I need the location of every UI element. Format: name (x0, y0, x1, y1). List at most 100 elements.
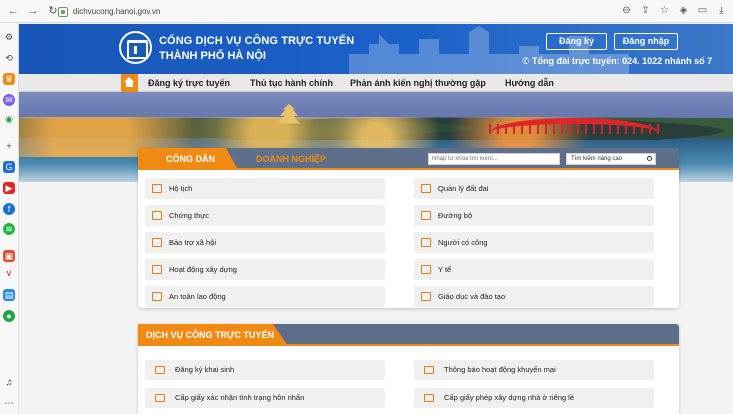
category-label: Bảo trợ xã hội (169, 238, 217, 247)
browser-tools: ⊖ ⇪ ☆ ◈ ▭ ⤓ (621, 4, 727, 17)
history-icon[interactable]: ⟲ (3, 52, 15, 64)
category-label: Y tế (438, 265, 452, 274)
advanced-search-button[interactable]: Tìm kiếm nâng cao (566, 153, 656, 165)
site-header: CỔNG DỊCH VỤ CÔNG TRỰC TUYẾN THÀNH PHỐ H… (19, 24, 733, 74)
category-label: Quản lý đất đai (438, 184, 489, 193)
tabs-underline (138, 168, 679, 170)
category-education[interactable]: Giáo dục và đào tạo (414, 286, 654, 307)
online-services-panel: DỊCH VỤ CÔNG TRỰC TUYẾN Đăng ký khai sin… (138, 324, 679, 414)
download-icon[interactable]: ⤓ (716, 4, 727, 17)
hotline: ✆ Tổng đài trực tuyến: 024. 1022 nhánh s… (522, 56, 712, 67)
education-book-icon (421, 292, 431, 301)
search-icon (647, 156, 652, 161)
messenger-icon[interactable]: ✉ (3, 94, 15, 106)
zoom-icon[interactable]: ⊖ (621, 4, 632, 17)
facebook-icon[interactable]: f (3, 203, 15, 215)
category-label: Người có công (438, 238, 488, 247)
sports-ball-icon[interactable]: ● (3, 310, 15, 322)
menu-item-guide[interactable]: Hướng dẫn (505, 74, 554, 92)
login-button[interactable]: Đăng nhập (614, 33, 678, 50)
document-icon (155, 394, 165, 402)
category-label: Hộ tịch (169, 184, 193, 193)
online-services-title: DỊCH VỤ CÔNG TRỰC TUYẾN (138, 324, 288, 346)
extensions-icon[interactable]: ▭ (697, 4, 708, 17)
translate-icon[interactable]: G (3, 161, 15, 173)
bridge-rails (489, 124, 659, 134)
category-label: Đường bộ (438, 211, 473, 220)
document-icon (424, 366, 434, 374)
category-social-welfare[interactable]: Bảo trợ xã hội (145, 232, 385, 253)
share-icon[interactable]: ⇪ (640, 4, 651, 17)
registry-book-icon (152, 184, 162, 193)
back-arrow-icon[interactable]: ← (6, 4, 20, 18)
service-promotion-notice[interactable]: Thông báo hoạt động khuyến mại (414, 360, 654, 380)
labor-safety-icon (152, 292, 162, 301)
news-app-icon[interactable]: ▤ (3, 289, 15, 301)
address-bar[interactable]: dichvucong.hanoi.gov.vn (58, 4, 658, 19)
category-certification[interactable]: Chứng thực (145, 205, 385, 226)
phone-icon: ✆ (522, 56, 533, 66)
notification-bell-icon[interactable]: ♫ (3, 376, 15, 388)
browser-toolbar: ← → ↻ dichvucong.hanoi.gov.vn ⊖ ⇪ ☆ ◈ ▭ … (0, 0, 733, 23)
hanoi-emblem-logo[interactable] (119, 31, 152, 64)
category-labor-safety[interactable]: An toàn lao động (145, 286, 385, 307)
service-birth-registration[interactable]: Đăng ký khai sinh (145, 360, 385, 380)
category-construction[interactable]: Hoạt động xây dựng (145, 259, 385, 280)
land-management-icon (421, 184, 431, 193)
tab-business[interactable]: DOANH NGHIỆP (238, 148, 338, 170)
settings-gear-icon[interactable]: ⚙ (3, 31, 15, 43)
social-welfare-icon (152, 238, 162, 247)
service-label: Cấp giấy xác nhận tình trạng hôn nhân (175, 393, 305, 402)
menu-item-online-registration[interactable]: Đăng ký trực tuyến (148, 74, 230, 92)
document-icon (155, 366, 165, 374)
online-services-underline (138, 344, 679, 346)
category-roads[interactable]: Đường bộ (414, 205, 654, 226)
site-subtitle: THÀNH PHỐ HÀ NỘI (159, 50, 266, 62)
hotline-text: Tổng đài trực tuyến: 024. 1022 nhánh số … (532, 56, 713, 66)
procedure-categories-panel: CÔNG DÂN DOANH NGHIỆP Tìm kiếm nâng cao … (138, 148, 679, 308)
site-title: CỔNG DỊCH VỤ CÔNG TRỰC TUYẾN (159, 35, 355, 47)
crown-app-icon[interactable]: ♛ (3, 73, 15, 85)
category-label: An toàn lao động (169, 292, 226, 301)
tab-citizen[interactable]: CÔNG DÂN (138, 148, 238, 170)
main-menu: Đăng ký trực tuyến Thủ tục hành chính Ph… (19, 74, 733, 92)
health-cross-icon (421, 265, 431, 274)
service-building-permit[interactable]: Cấp giấy phép xây dựng nhà ở riêng lẻ (414, 388, 654, 408)
category-label: Hoạt động xây dựng (169, 265, 237, 274)
add-panel-icon[interactable]: + (3, 140, 15, 152)
category-health[interactable]: Y tế (414, 259, 654, 280)
site-page: CỔNG DỊCH VỤ CÔNG TRỰC TUYẾN THÀNH PHỐ H… (19, 24, 733, 414)
service-marital-status[interactable]: Cấp giấy xác nhận tình trạng hôn nhân (145, 388, 385, 408)
service-label: Thông báo hoạt động khuyến mại (444, 365, 556, 374)
category-land-management[interactable]: Quản lý đất đai (414, 178, 654, 199)
game-controller-icon[interactable]: ◉ (3, 113, 15, 125)
keyword-search-input[interactable] (428, 153, 560, 165)
road-icon (421, 211, 431, 220)
online-services-header: DỊCH VỤ CÔNG TRỰC TUYẾN (138, 324, 679, 346)
menu-item-procedures[interactable]: Thủ tục hành chính (250, 74, 333, 92)
url-text: dichvucong.hanoi.gov.vn (73, 7, 161, 16)
category-people-with-merit[interactable]: Người có công (414, 232, 654, 253)
merit-medal-icon (421, 238, 431, 247)
shopping-bag-icon[interactable]: ▣ (3, 250, 15, 262)
service-label: Đăng ký khai sinh (175, 365, 235, 374)
vtv-icon[interactable]: V (3, 269, 15, 281)
category-civil-registry[interactable]: Hộ tịch (145, 178, 385, 199)
audience-tabs: CÔNG DÂN DOANH NGHIỆP Tìm kiếm nâng cao (138, 148, 679, 170)
register-button[interactable]: Đăng ký (546, 33, 607, 50)
home-icon[interactable] (121, 74, 138, 92)
construction-icon (152, 265, 162, 274)
advanced-search-label: Tìm kiếm nâng cao (571, 156, 623, 162)
document-icon (424, 394, 434, 402)
spotify-icon[interactable]: ≋ (3, 223, 15, 235)
category-label: Giáo dục và đào tạo (438, 292, 506, 301)
more-options-icon[interactable]: ⋯ (3, 397, 15, 409)
bookmark-star-icon[interactable]: ☆ (659, 4, 670, 17)
lock-icon (58, 6, 68, 17)
menu-item-feedback-faq[interactable]: Phản ánh kiến nghị thường gặp (350, 74, 486, 92)
certification-icon (152, 211, 162, 220)
shield-icon[interactable]: ◈ (678, 4, 689, 17)
browser-sidebar: ⚙ ⟲ ♛ ✉ ◉ + G ▶ f ≋ ▣ V ▤ ● ♫ ⋯ (0, 23, 19, 414)
forward-arrow-icon[interactable]: → (26, 4, 40, 18)
youtube-icon[interactable]: ▶ (3, 182, 15, 194)
